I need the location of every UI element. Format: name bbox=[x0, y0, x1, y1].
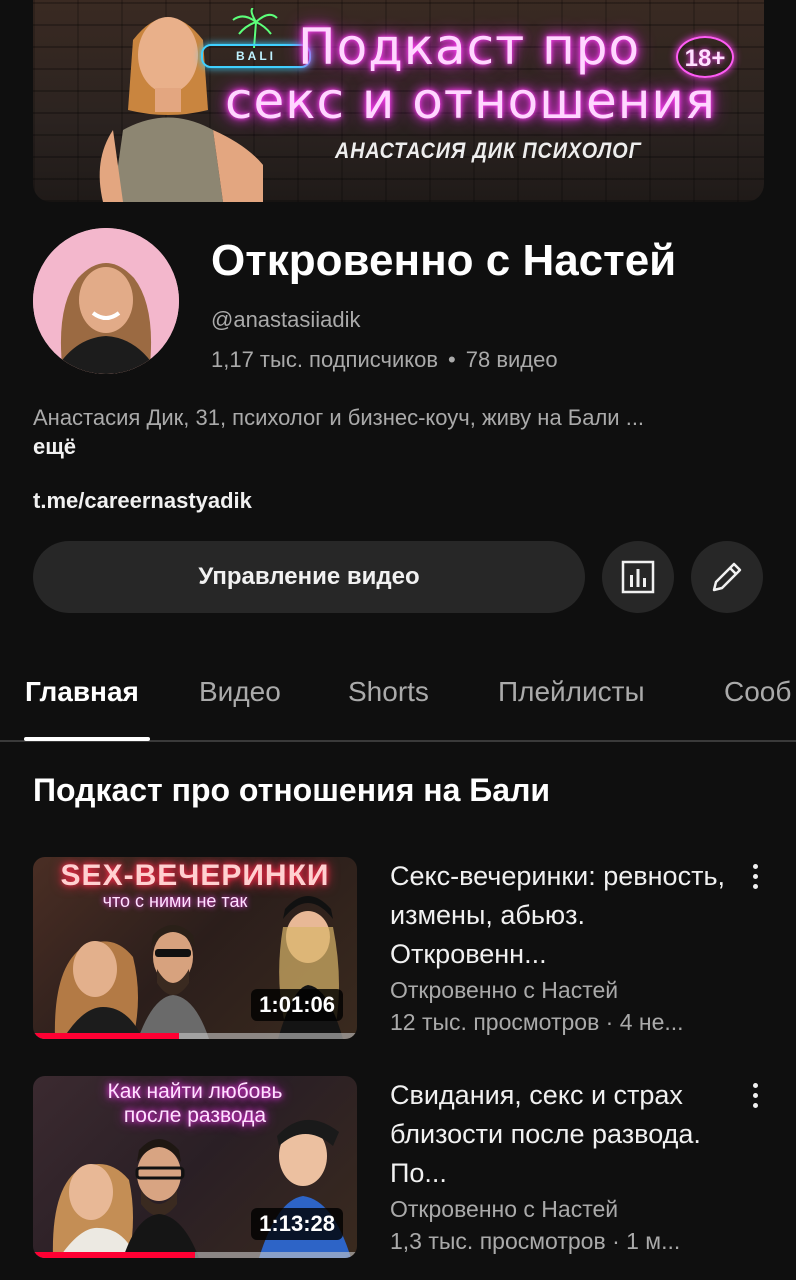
banner-title-line1: Подкаст про bbox=[298, 18, 641, 76]
channel-name: Откровенно с Настей bbox=[211, 236, 677, 285]
watch-progress-fill bbox=[33, 1252, 195, 1258]
channel-stats: 1,17 тыс. подписчиков • 78 видео bbox=[211, 347, 558, 373]
video-menu-icon[interactable] bbox=[742, 1077, 768, 1113]
channel-banner: BALI Подкаст про секс и отношения 18+ АН… bbox=[33, 0, 764, 202]
video-title[interactable]: Свидания, секс и страх близости после ра… bbox=[390, 1076, 730, 1193]
video-menu-icon[interactable] bbox=[742, 858, 768, 894]
channel-external-link[interactable]: t.me/careernastyadik bbox=[33, 488, 252, 514]
avatar-portrait-image bbox=[33, 228, 179, 374]
channel-avatar[interactable] bbox=[33, 228, 179, 374]
tab-community[interactable]: Сооб bbox=[724, 676, 791, 708]
stats-separator: • bbox=[448, 347, 456, 372]
section-title[interactable]: Подкаст про отношения на Бали bbox=[33, 772, 550, 809]
watch-progress-bar bbox=[33, 1252, 357, 1258]
manage-videos-button[interactable]: Управление видео bbox=[33, 541, 585, 613]
video-meta: 12 тыс. просмотров · 4 не... bbox=[390, 1009, 684, 1035]
tab-shorts[interactable]: Shorts bbox=[348, 676, 429, 708]
video-title[interactable]: Секс-вечеринки: ревность, измены, абьюз.… bbox=[390, 857, 730, 974]
video-thumbnail[interactable]: SEX-ВЕЧЕРИНКИ что с ними не так 1:01:06 bbox=[33, 857, 357, 1039]
tab-playlists[interactable]: Плейлисты bbox=[498, 676, 645, 708]
video-meta: 1,3 тыс. просмотров · 1 м... bbox=[390, 1228, 681, 1254]
palm-neon-icon bbox=[232, 8, 278, 48]
description-more-link[interactable]: ещё bbox=[33, 434, 76, 460]
video-duration: 1:01:06 bbox=[251, 989, 343, 1021]
subscriber-count: 1,17 тыс. подписчиков bbox=[211, 347, 439, 372]
video-channel-name: Откровенно с Настей bbox=[390, 1196, 619, 1222]
tab-videos[interactable]: Видео bbox=[199, 676, 281, 708]
video-count: 78 видео bbox=[465, 347, 558, 372]
watch-progress-bar bbox=[33, 1033, 357, 1039]
edit-channel-button[interactable] bbox=[691, 541, 763, 613]
video-channel-name: Откровенно с Настей bbox=[390, 977, 619, 1003]
watch-progress-fill bbox=[33, 1033, 179, 1039]
banner-subtitle: АНАСТАСИЯ ДИК ПСИХОЛОГ bbox=[335, 138, 642, 163]
video-thumbnail[interactable]: Как найти любовь после развода 1:13:28 bbox=[33, 1076, 357, 1258]
pencil-icon bbox=[712, 562, 742, 592]
channel-handle: @anastasiiadik bbox=[211, 307, 361, 332]
channel-description[interactable]: Анастасия Дик, 31, психолог и бизнес-коу… bbox=[33, 405, 644, 431]
active-tab-indicator bbox=[24, 737, 150, 741]
bar-chart-icon bbox=[621, 560, 655, 594]
manage-videos-label: Управление видео bbox=[198, 563, 420, 590]
age-rating-badge: 18+ bbox=[676, 36, 734, 78]
channel-tabs: Главная Видео Shorts Плейлисты Сооб bbox=[0, 654, 796, 742]
analytics-button[interactable] bbox=[602, 541, 674, 613]
video-duration: 1:13:28 bbox=[251, 1208, 343, 1240]
banner-title-line2: секс и отношения bbox=[225, 72, 716, 130]
tab-home[interactable]: Главная bbox=[25, 676, 139, 708]
bali-neon-sign: BALI bbox=[201, 44, 311, 68]
